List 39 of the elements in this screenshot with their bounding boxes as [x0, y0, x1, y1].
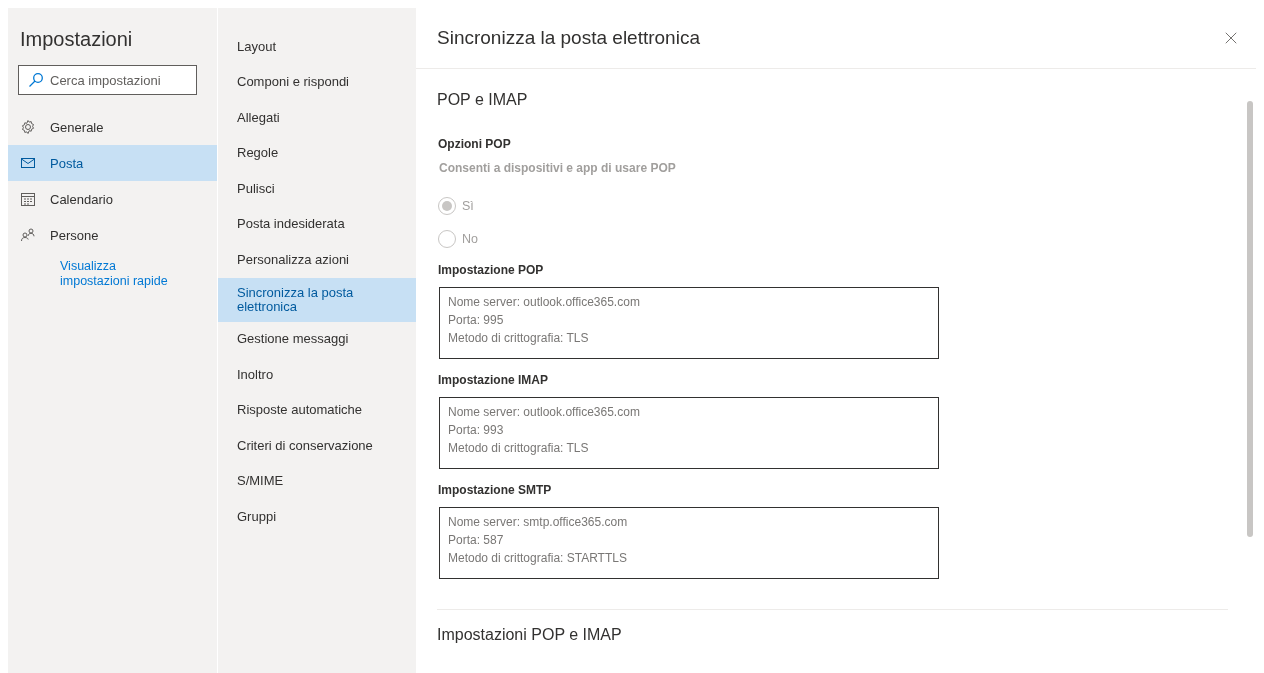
field-label: Impostazione POP [438, 263, 545, 277]
question-text: Consenti a dispositivi e app di usare POP [439, 161, 677, 175]
calendar-icon [20, 191, 36, 207]
mail-icon [20, 155, 36, 171]
settings-text-box: Nome server: outlook.office365.com Porta: 993 Metodo di crittografia: TLS [439, 397, 939, 469]
menu-item[interactable]: Risposte automatiche [218, 392, 416, 428]
people-icon [20, 227, 36, 243]
sidebar-title: Impostazioni [20, 28, 134, 51]
gear-icon [20, 119, 36, 135]
radio-label: Sì [462, 198, 474, 213]
quick-settings-link[interactable]: Visualizza impostazioni rapide [60, 259, 180, 289]
menu-item[interactable]: Layout [218, 29, 416, 65]
menu-item[interactable]: Gestione messaggi [218, 321, 416, 357]
nav-item[interactable]: Persone [8, 217, 217, 253]
field-label: Opzioni POP [438, 137, 512, 151]
settings-text-box: Nome server: outlook.office365.com Porta: 995 Metodo di crittografia: TLS [439, 287, 939, 359]
menu-item[interactable]: Criteri di conservazione [218, 428, 416, 464]
menu-item[interactable]: Componi e rispondi [218, 64, 416, 100]
menu-item[interactable]: Regole [218, 135, 416, 171]
menu-item[interactable]: Inoltro [218, 357, 416, 393]
nav-item[interactable]: Calendario [8, 181, 217, 217]
section-title: POP e IMAP [437, 91, 529, 109]
field-label: Impostazione SMTP [438, 483, 553, 497]
field-label: Impostazione IMAP [438, 373, 549, 387]
menu-item[interactable]: Personalizza azioni [218, 242, 416, 278]
menu-item[interactable]: Pulisci [218, 171, 416, 207]
nav-item[interactable]: Generale [8, 109, 217, 145]
radio-label: No [462, 231, 478, 246]
panel-title: Sincronizza la posta elettronica [437, 27, 700, 49]
menu-item[interactable]: Allegati [218, 100, 416, 136]
close-icon [1224, 31, 1238, 45]
menu-item[interactable]: Gruppi [218, 499, 416, 535]
menu-item[interactable]: Sincronizza la posta elettronica [218, 277, 416, 322]
menu-item[interactable]: S/MIME [218, 463, 416, 499]
section-title: Impostazioni POP e IMAP [437, 626, 623, 644]
nav-item[interactable]: Posta [8, 145, 217, 181]
menu-item[interactable]: Posta indesiderata [218, 206, 416, 242]
search-field[interactable]: Cerca impostazioni [18, 65, 197, 95]
settings-text-box: Nome server: smtp.office365.com Porta: 587 Metodo di crittografia: STARTTLS [439, 507, 939, 579]
